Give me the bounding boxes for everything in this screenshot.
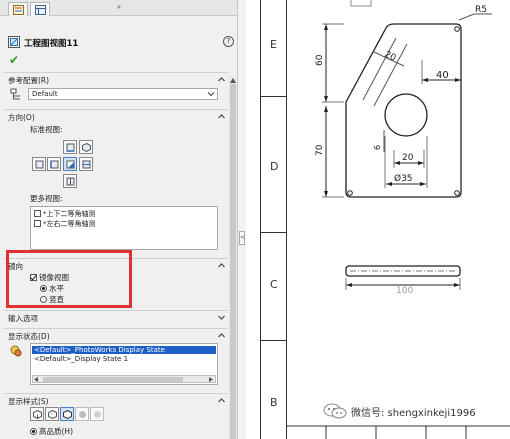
corner-hole [454, 190, 460, 196]
view-top-button[interactable] [63, 140, 77, 154]
property-manager-icon [13, 5, 24, 15]
configuration-icon [10, 88, 20, 100]
tab-property-manager[interactable] [8, 2, 28, 16]
scroll-up-icon[interactable] [230, 78, 236, 83]
more-views-list[interactable]: *上下二等角轴测 *左右二等角轴测 [30, 206, 218, 250]
dim-diameter-35: Ø35 [394, 173, 413, 184]
panel-vertical-scrollbar[interactable] [229, 76, 237, 439]
tab-config-manager[interactable] [30, 2, 50, 16]
section-display-style-label: 显示样式(S) [8, 397, 49, 406]
collapse-chevron-icon[interactable] [217, 112, 226, 121]
scrollbar-thumb[interactable] [230, 84, 236, 439]
style-shaded-edges-button[interactable] [75, 407, 89, 421]
section-reference-config[interactable]: 参考配置(R) [4, 72, 228, 85]
drawing-views: R5 40 60 20 70 6 20 Ø35 100 [286, 0, 510, 439]
horizontal-scrollbar[interactable] [32, 375, 216, 383]
expand-chevron-icon[interactable] [217, 313, 226, 322]
list-item[interactable]: *左右二等角轴测 [34, 219, 96, 229]
view-isometric-button[interactable] [79, 140, 93, 154]
display-state-list[interactable]: <Default>_PhotoWorks Display State <Defa… [30, 343, 218, 385]
radio-selected[interactable] [30, 428, 37, 435]
top-view-icon [66, 143, 75, 152]
center-hole [384, 93, 428, 137]
section-orientation[interactable]: 方向(O) [4, 109, 228, 122]
section-display-state-label: 显示状态(D) [8, 332, 50, 341]
view-left-button[interactable] [32, 157, 46, 171]
section-orientation-label: 方向(O) [8, 113, 35, 122]
style-hidden-removed-button[interactable] [60, 407, 74, 421]
collapse-chevron-icon[interactable] [217, 261, 226, 270]
feature-title: 工程图视图11 [24, 39, 79, 49]
shaded-with-edges-icon [79, 411, 86, 418]
hidden-lines-visible-icon [48, 410, 57, 419]
standard-views-label: 标准视图: [30, 125, 63, 134]
style-shaded-button[interactable] [90, 407, 104, 421]
reference-config-value: Default [32, 90, 58, 98]
view-back-button[interactable] [79, 157, 93, 171]
view-right-button[interactable] [63, 157, 77, 171]
list-item[interactable]: <Default>_Display State 1 [34, 355, 128, 363]
isometric-view-icon [82, 143, 91, 152]
slot-line [362, 37, 397, 101]
view-front-button[interactable] [47, 157, 61, 171]
drawing-sheet[interactable]: E D C B R5 40 60 20 70 6 20 Ø35 100 [246, 0, 510, 439]
dim-r5: R5 [475, 5, 487, 15]
front-view-icon [50, 160, 59, 169]
collapse-chevron-icon[interactable] [217, 396, 226, 405]
style-wireframe-button[interactable] [30, 407, 44, 421]
shaded-icon [94, 411, 101, 418]
feature-title-row: 工程图视图11 ? [8, 36, 236, 50]
view-bottom-button[interactable] [63, 174, 77, 188]
checkbox[interactable] [34, 220, 41, 227]
panel-grip-icon[interactable] [116, 4, 122, 10]
list-item-selected[interactable]: <Default>_PhotoWorks Display State [32, 346, 216, 354]
drawing-view-icon [8, 36, 20, 48]
high-quality-radio[interactable]: 高品质(H) [30, 426, 73, 437]
watermark-text: 微信号: shengxinkeji1996 [351, 408, 476, 419]
collapse-chevron-icon[interactable] [217, 331, 226, 340]
panel-tab-bar [0, 0, 237, 16]
collapse-panel-handle[interactable]: < [239, 231, 245, 245]
config-manager-icon [35, 5, 46, 15]
left-view-icon [35, 160, 44, 169]
section-import-options[interactable]: 输入选项 [4, 310, 228, 323]
more-views-label: 更多视图: [30, 194, 63, 203]
bottom-view-icon [66, 177, 75, 186]
right-view-icon [66, 160, 75, 169]
collapse-chevron-icon[interactable] [217, 75, 226, 84]
section-display-state[interactable]: 显示状态(D) [4, 328, 228, 341]
dim-6: 6 [373, 145, 382, 150]
dim-40: 40 [436, 70, 449, 81]
wechat-icon [323, 403, 347, 419]
list-item[interactable]: *上下二等角轴测 [34, 209, 96, 219]
checkbox[interactable] [34, 210, 41, 217]
hidden-lines-removed-icon [63, 410, 72, 419]
corner-hole [347, 190, 353, 196]
corner-hole [454, 26, 460, 32]
section-reference-config-label: 参考配置(R) [8, 76, 50, 85]
display-state-icon [10, 345, 22, 357]
panel-splitter[interactable]: < [238, 0, 246, 439]
property-manager-panel: 工程图视图11 ? ✔ 参考配置(R) Default 方向(O) 标准视图: [0, 0, 238, 439]
ok-check-icon[interactable]: ✔ [9, 53, 19, 67]
chevron-down-icon [207, 92, 215, 97]
scroll-right-icon[interactable] [209, 377, 214, 382]
section-display-style[interactable]: 显示样式(S) [4, 393, 228, 406]
reference-config-dropdown[interactable]: Default [28, 88, 218, 100]
scroll-left-icon[interactable] [34, 377, 39, 382]
highlight-annotation-box [6, 250, 132, 308]
wireframe-icon [33, 410, 42, 419]
dim-60: 60 [315, 54, 325, 66]
back-view-icon [82, 160, 91, 169]
section-import-options-label: 输入选项 [8, 314, 38, 323]
help-icon[interactable]: ? [223, 36, 234, 47]
dim-100: 100 [396, 286, 413, 296]
dim-70: 70 [315, 144, 325, 156]
style-hidden-visible-button[interactable] [45, 407, 59, 421]
scrollbar-thumb[interactable] [43, 377, 183, 382]
dim-20-bottom: 20 [402, 153, 414, 163]
